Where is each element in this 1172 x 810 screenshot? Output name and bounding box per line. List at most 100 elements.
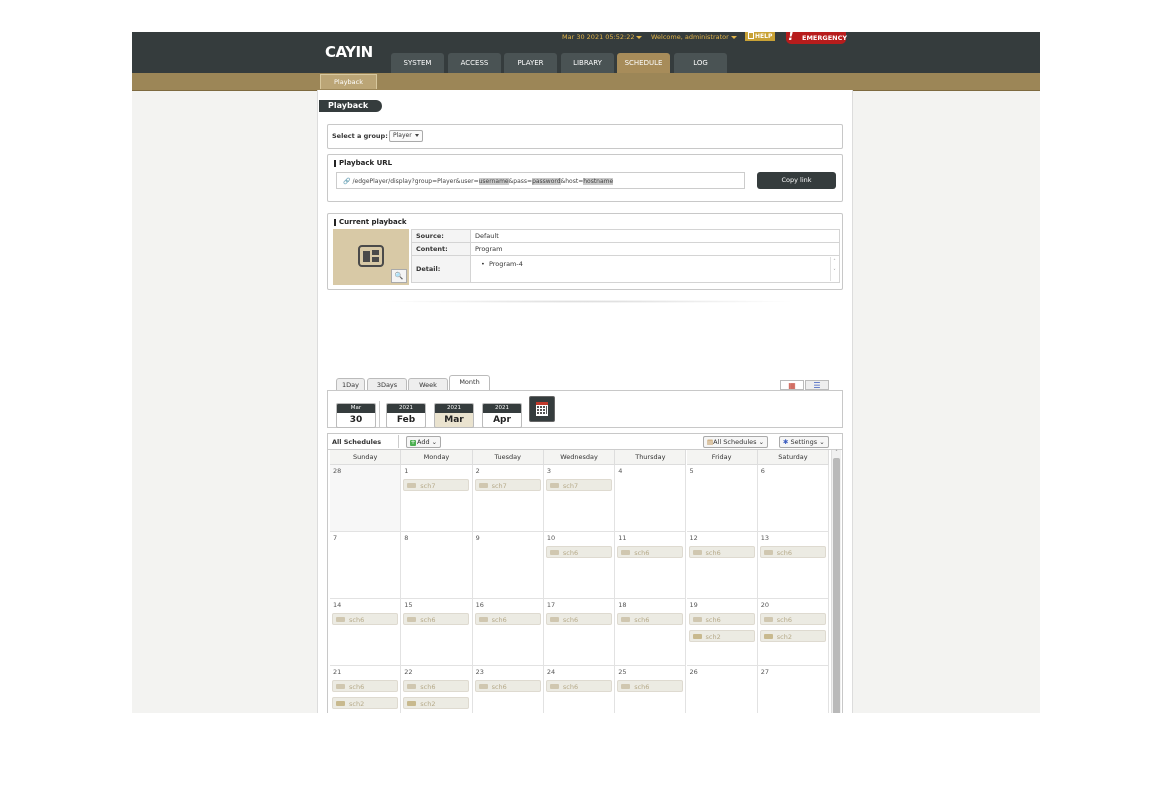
schedule-event[interactable]: sch2 xyxy=(332,697,398,709)
schedule-event[interactable]: sch6 xyxy=(403,680,470,692)
schedule-event[interactable]: sch6 xyxy=(474,613,541,625)
scrollbar-thumb[interactable] xyxy=(833,458,840,713)
nav-tab-schedule[interactable]: SCHEDULE xyxy=(617,53,670,73)
calendar-day-cell[interactable]: 5 xyxy=(686,465,758,532)
calendar-day-cell[interactable]: 4 xyxy=(615,465,687,532)
schedule-event[interactable]: sch2 xyxy=(403,697,470,709)
emergency-button[interactable]: ! EMERGENCY xyxy=(786,32,847,44)
group-dropdown[interactable]: Player xyxy=(389,130,423,142)
schedule-event[interactable]: sch2 xyxy=(759,630,826,642)
content-value: Program xyxy=(470,242,840,256)
calendar-day-cell[interactable]: 25 sch6 xyxy=(615,666,687,713)
calendar-day-cell[interactable]: 11 sch6 xyxy=(615,532,687,599)
page-title: Playback xyxy=(319,100,382,112)
help-button[interactable]: HELP xyxy=(745,32,776,41)
schedule-event[interactable]: sch7 xyxy=(474,479,541,491)
month-chip[interactable]: 2021 Apr xyxy=(482,403,522,428)
schedule-event[interactable]: sch6 xyxy=(617,613,684,625)
schedule-event[interactable]: sch6 xyxy=(759,613,826,625)
list-view-icon[interactable]: ☰ xyxy=(805,380,829,390)
schedule-event[interactable]: sch7 xyxy=(403,479,470,491)
gear-icon: ✱ xyxy=(783,438,789,446)
calendar-day-cell[interactable]: 3 sch7 xyxy=(543,465,616,532)
calendar-day-cell[interactable]: 23 sch6 xyxy=(472,666,544,713)
calendar-day-cell[interactable]: 10 sch6 xyxy=(543,532,616,599)
nav-tab-access[interactable]: ACCESS xyxy=(448,53,501,73)
tab-month[interactable]: Month xyxy=(449,375,490,391)
day-number: 2 xyxy=(475,467,480,475)
today-chip[interactable]: Mar 30 xyxy=(336,403,376,428)
datetime-menu[interactable]: Mar 30 2021 05:52:22 xyxy=(562,33,643,41)
chevron-down-icon: ⌄ xyxy=(431,438,438,446)
schedule-event[interactable]: sch6 xyxy=(332,613,398,625)
schedule-event-label: sch6 xyxy=(776,549,793,557)
scroll-up-icon[interactable]: ˄ xyxy=(833,451,840,456)
schedule-icon xyxy=(763,634,773,639)
schedule-event[interactable]: sch7 xyxy=(545,479,612,491)
calendar-day-cell[interactable]: 9 xyxy=(472,532,544,599)
calendar-day-cell[interactable]: 22 sch6 sch2 xyxy=(401,666,473,713)
settings-button[interactable]: ✱ Settings ⌄ xyxy=(779,436,829,448)
schedule-event[interactable]: sch2 xyxy=(688,630,755,642)
calendar-day-cell[interactable]: 2 sch7 xyxy=(472,465,544,532)
calendar-scrollbar[interactable]: ˄ xyxy=(831,450,841,713)
divider xyxy=(379,401,380,427)
calendar-day-cell[interactable]: 17 sch6 xyxy=(543,599,616,666)
calendar-day-cell[interactable]: 14 sch6 xyxy=(330,599,402,666)
schedule-event[interactable]: sch6 xyxy=(617,546,684,558)
playback-url-field[interactable]: 🔗/edgePlayer/display?group=Player&user=u… xyxy=(336,172,745,189)
nav-tab-library[interactable]: LIBRARY xyxy=(561,53,614,73)
day-number: 25 xyxy=(618,668,627,676)
schedule-event[interactable]: sch6 xyxy=(332,680,398,692)
day-number: 24 xyxy=(546,668,556,676)
schedule-event[interactable]: sch6 xyxy=(403,613,470,625)
calendar-day-cell[interactable]: 26 xyxy=(686,666,758,713)
schedule-icon xyxy=(407,684,417,689)
month-chip[interactable]: 2021 Feb xyxy=(386,403,426,428)
copy-link-button[interactable]: Copy link xyxy=(757,172,836,189)
nav-tab-player[interactable]: PLAYER xyxy=(504,53,557,73)
schedule-event[interactable]: sch6 xyxy=(617,680,684,692)
zoom-icon[interactable]: 🔍 xyxy=(391,269,407,283)
schedule-event[interactable]: sch6 xyxy=(759,546,826,558)
schedule-event[interactable]: sch6 xyxy=(688,613,755,625)
scrollbar[interactable]: ˄ ˅ xyxy=(830,257,838,281)
nav-tab-system[interactable]: SYSTEM xyxy=(391,53,444,73)
schedule-event[interactable]: sch6 xyxy=(688,546,755,558)
calendar-day-cell[interactable]: 15 sch6 xyxy=(401,599,473,666)
calendar-day-cell[interactable]: 8 xyxy=(401,532,473,599)
calendar-day-cell[interactable]: 1 sch7 xyxy=(401,465,473,532)
calendar-day-cell[interactable]: 6 xyxy=(757,465,830,532)
subtab-playback[interactable]: Playback xyxy=(320,74,377,89)
current-playback-title: Current playback xyxy=(334,219,407,226)
user-menu[interactable]: Welcome, administrator xyxy=(651,33,737,41)
playback-url-box: Playback URL 🔗/edgePlayer/display?group=… xyxy=(327,154,843,202)
schedule-event[interactable]: sch6 xyxy=(545,680,612,692)
calendar-day-cell[interactable]: 27 xyxy=(757,666,830,713)
schedule-event[interactable]: sch6 xyxy=(545,613,612,625)
schedule-icon xyxy=(621,684,631,689)
calendar-day-cell[interactable]: 24 sch6 xyxy=(543,666,616,713)
schedule-event[interactable]: sch6 xyxy=(545,546,612,558)
calendar-day-cell[interactable]: 13 sch6 xyxy=(757,532,830,599)
calendar-day-cell[interactable]: 16 sch6 xyxy=(472,599,544,666)
month-chip[interactable]: 2021 Mar xyxy=(434,403,474,428)
month-chip-year: 2021 xyxy=(483,404,521,413)
add-schedule-button[interactable]: +Add ⌄ xyxy=(406,436,442,448)
schedule-filter-dropdown[interactable]: ▤All Schedules ⌄ xyxy=(703,436,769,448)
playback-info-table: Source: Default Content: Program Detail: • … xyxy=(411,229,840,283)
calendar-day-cell[interactable]: 12 sch6 xyxy=(686,532,758,599)
calendar-day-cell[interactable]: 18 sch6 xyxy=(615,599,687,666)
schedule-event[interactable]: sch6 xyxy=(474,680,541,692)
schedule-event-label: sch2 xyxy=(776,633,793,641)
calendar-day-cell[interactable]: 28 xyxy=(330,465,402,532)
nav-tab-log[interactable]: LOG xyxy=(674,53,727,73)
month-chip-month: Feb xyxy=(396,415,416,425)
calendar-day-cell[interactable]: 20 sch6 sch2 xyxy=(757,599,830,666)
calendar-view-icon[interactable]: ▦ xyxy=(780,380,804,390)
calendar-day-cell[interactable]: 21 sch6 sch2 xyxy=(330,666,402,713)
day-number: 17 xyxy=(546,601,556,609)
calendar-picker-button[interactable] xyxy=(529,396,555,422)
calendar-day-cell[interactable]: 7 xyxy=(330,532,402,599)
calendar-day-cell[interactable]: 19 sch6 sch2 xyxy=(686,599,758,666)
